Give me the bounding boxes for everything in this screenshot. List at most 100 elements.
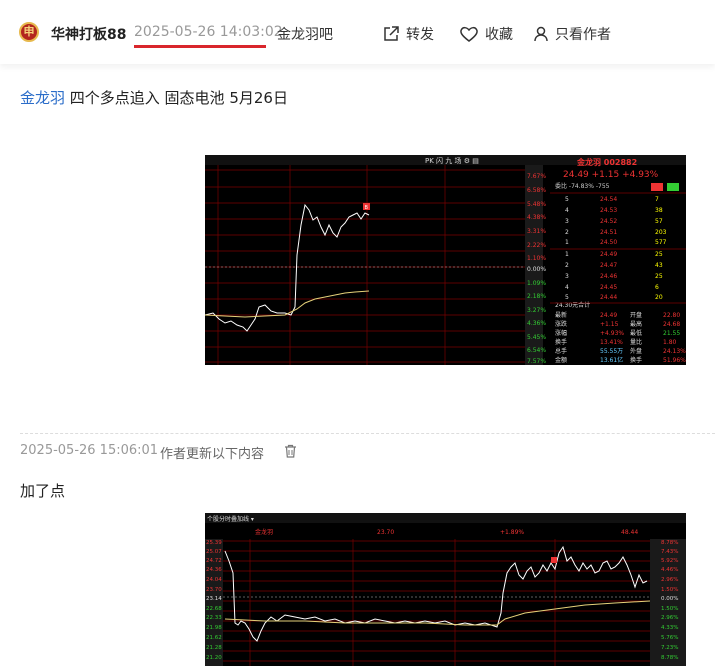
favorite-label: 收藏 (485, 27, 513, 43)
svg-text:22.33: 22.33 (206, 615, 222, 621)
share-label: 转发 (406, 27, 434, 43)
author-only-label: 只看作者 (555, 27, 611, 43)
svg-text:48.44: 48.44 (621, 529, 638, 536)
svg-text:3.31%: 3.31% (527, 228, 546, 235)
update-divider (20, 433, 715, 434)
svg-text:总手: 总手 (555, 347, 567, 355)
svg-text:3: 3 (565, 273, 569, 280)
update-label: 作者更新以下内容 (160, 447, 265, 462)
svg-text:7.57%: 7.57% (527, 358, 546, 365)
svg-text:换手: 换手 (630, 356, 642, 364)
post-header: 申 华神打板88 2025-05-26 14:03:02 金龙羽吧 转发 收藏 … (0, 0, 715, 64)
svg-text:金龙羽 002882: 金龙羽 002882 (576, 157, 637, 167)
svg-text:5.76%: 5.76% (661, 635, 678, 641)
svg-text:金龙羽: 金龙羽 (255, 528, 273, 536)
svg-text:7.43%: 7.43% (661, 549, 678, 555)
svg-text:4: 4 (565, 207, 569, 214)
svg-text:24.49: 24.49 (600, 312, 617, 319)
svg-text:3.27%: 3.27% (527, 307, 546, 314)
svg-text:1.50%: 1.50% (661, 606, 678, 612)
svg-text:13.61亿: 13.61亿 (600, 356, 623, 364)
svg-text:25.07: 25.07 (206, 549, 222, 555)
svg-text:24.53: 24.53 (600, 207, 617, 214)
svg-text:24.68: 24.68 (663, 321, 680, 328)
svg-text:6.54%: 6.54% (527, 347, 546, 354)
svg-text:1.09%: 1.09% (527, 280, 546, 287)
svg-text:2.18%: 2.18% (527, 293, 546, 300)
svg-text:55.55万: 55.55万 (600, 348, 623, 355)
favorite-button[interactable]: 收藏 (459, 24, 513, 44)
svg-text:51.96%: 51.96% (663, 357, 686, 364)
svg-text:1: 1 (565, 239, 569, 246)
share-button[interactable]: 转发 (382, 24, 434, 44)
trash-icon[interactable] (284, 444, 297, 458)
svg-text:1.10%: 1.10% (527, 255, 546, 262)
svg-text:金额: 金额 (555, 356, 567, 364)
svg-text:25.39: 25.39 (206, 540, 222, 546)
svg-text:8.78%: 8.78% (661, 540, 678, 546)
active-tab-underline (134, 45, 266, 48)
svg-text:24.47: 24.47 (600, 262, 617, 269)
intraday-chart-1-graphic: PK 闪 九 场 ⚙ ▤ B 7.67%6.58%5.48%4.38%3.31%… (205, 155, 686, 365)
svg-text:0.00%: 0.00% (527, 266, 546, 273)
svg-text:203: 203 (655, 229, 667, 236)
svg-text:21.62: 21.62 (206, 635, 222, 641)
svg-text:4.46%: 4.46% (661, 567, 678, 573)
post-time: 2025-05-26 14:03:02 (134, 24, 283, 40)
svg-text:21.28: 21.28 (206, 645, 222, 651)
post-title-text: 四个多点追入 固态电池 5月26日 (65, 89, 288, 107)
stock-link[interactable]: 金龙羽 (20, 89, 65, 107)
svg-text:24.54: 24.54 (600, 196, 617, 203)
svg-text:6: 6 (655, 284, 659, 291)
svg-text:6.58%: 6.58% (527, 187, 546, 194)
svg-text:24.51: 24.51 (600, 229, 617, 236)
svg-text:2.22%: 2.22% (527, 242, 546, 249)
svg-text:23.70: 23.70 (377, 529, 394, 536)
svg-text:8.78%: 8.78% (661, 655, 678, 661)
svg-text:PK 闪 九 场 ⚙ ▤: PK 闪 九 场 ⚙ ▤ (425, 156, 479, 165)
svg-text:24.49 +1.15 +4.93%: 24.49 +1.15 +4.93% (563, 170, 659, 180)
svg-text:开盘: 开盘 (630, 311, 642, 319)
svg-text:2: 2 (565, 262, 569, 269)
svg-text:1.80: 1.80 (663, 339, 677, 346)
svg-text:+4.93%: +4.93% (600, 330, 624, 337)
svg-text:24.30元合计: 24.30元合计 (555, 301, 590, 309)
svg-text:23.14: 23.14 (206, 596, 222, 602)
svg-text:24.36: 24.36 (206, 567, 222, 573)
svg-text:5: 5 (565, 294, 569, 301)
svg-text:5: 5 (565, 196, 569, 203)
svg-text:涨跌: 涨跌 (555, 320, 567, 328)
svg-text:4.38%: 4.38% (527, 214, 546, 221)
svg-text:57: 57 (655, 218, 663, 225)
author-only-button[interactable]: 只看作者 (533, 24, 611, 44)
author-avatar[interactable]: 申 (19, 22, 39, 42)
svg-text:2: 2 (565, 229, 569, 236)
svg-text:24.04: 24.04 (206, 577, 222, 583)
svg-text:4: 4 (565, 284, 569, 291)
svg-text:最高: 最高 (630, 320, 642, 328)
intraday-chart-image-1[interactable]: PK 闪 九 场 ⚙ ▤ B 7.67% 6.58% 5.48% 4.38% 3… (205, 155, 686, 365)
svg-text:换手: 换手 (555, 338, 567, 346)
svg-text:24.44: 24.44 (600, 294, 617, 301)
user-icon (534, 26, 548, 42)
svg-text:13.41%: 13.41% (600, 339, 623, 346)
svg-text:21.98: 21.98 (206, 625, 222, 631)
svg-text:24.46: 24.46 (600, 273, 617, 280)
svg-text:外盘: 外盘 (630, 347, 642, 355)
svg-text:7.23%: 7.23% (661, 645, 678, 651)
intraday-chart-image-2[interactable]: 个股分时叠加线 ▾ 金龙羽 23.70 +1.89% 48.44 25.39 2… (205, 513, 686, 666)
svg-text:24.72: 24.72 (206, 558, 222, 564)
svg-text:5.45%: 5.45% (527, 334, 546, 341)
svg-text:涨幅: 涨幅 (555, 329, 567, 337)
svg-text:量比: 量比 (630, 338, 642, 346)
forum-link[interactable]: 金龙羽吧 (277, 24, 333, 44)
svg-text:25: 25 (655, 251, 663, 258)
svg-text:22.80: 22.80 (663, 312, 680, 319)
author-name[interactable]: 华神打板88 (51, 24, 126, 44)
svg-text:3: 3 (565, 218, 569, 225)
svg-text:+1.89%: +1.89% (500, 529, 524, 536)
svg-text:20: 20 (655, 294, 663, 301)
post-title: 金龙羽 四个多点追入 固态电池 5月26日 (20, 87, 288, 108)
svg-text:21.55: 21.55 (663, 330, 680, 337)
svg-text:21.20: 21.20 (206, 655, 222, 661)
